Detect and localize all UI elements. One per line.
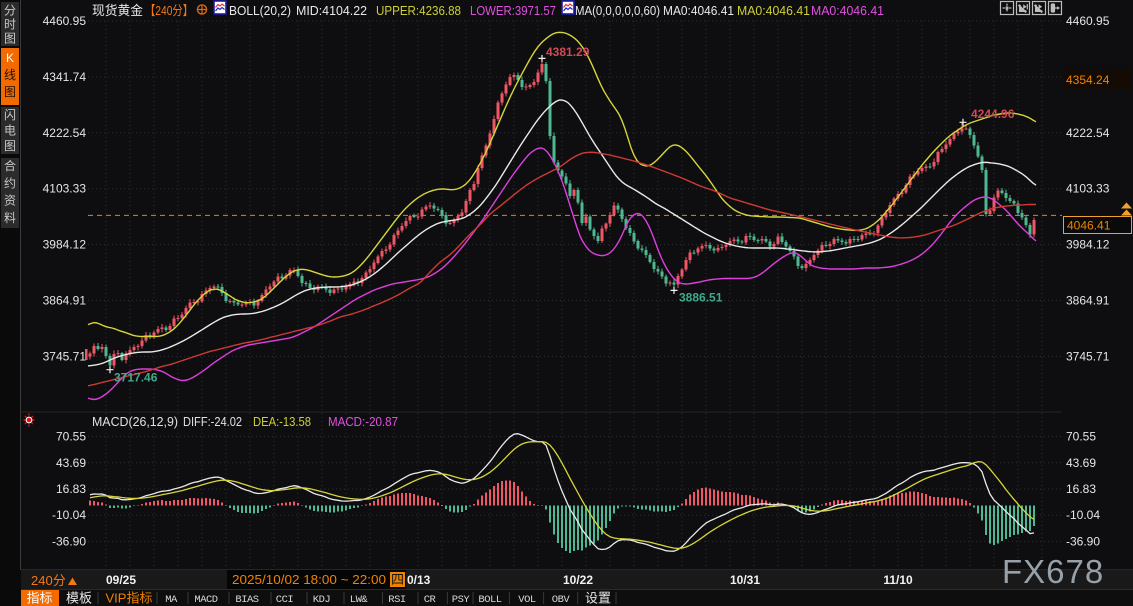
svg-text:BOLL(20,2): BOLL(20,2) bbox=[229, 3, 291, 18]
svg-text:MACD: MACD bbox=[194, 594, 217, 606]
svg-text:MACD:-20.87: MACD:-20.87 bbox=[328, 414, 398, 429]
svg-text:0/13: 0/13 bbox=[407, 573, 431, 587]
svg-text:K: K bbox=[6, 51, 14, 65]
svg-text:现货黄金: 现货黄金 bbox=[92, 3, 143, 18]
svg-text:电: 电 bbox=[4, 124, 16, 138]
svg-text:PSY: PSY bbox=[452, 594, 471, 606]
svg-text:资: 资 bbox=[4, 194, 16, 208]
svg-text:4354.24: 4354.24 bbox=[1066, 73, 1110, 87]
svg-text:10/22: 10/22 bbox=[563, 573, 593, 587]
svg-text:3745.71: 3745.71 bbox=[1066, 349, 1110, 363]
svg-text:4222.54: 4222.54 bbox=[43, 126, 87, 140]
svg-text:【240分】: 【240分】 bbox=[145, 3, 193, 18]
svg-text:4460.95: 4460.95 bbox=[1066, 14, 1110, 28]
svg-text:09/25: 09/25 bbox=[106, 573, 136, 587]
svg-text:VIP指标: VIP指标 bbox=[106, 591, 153, 606]
svg-text:4460.95: 4460.95 bbox=[43, 14, 87, 28]
svg-text:UPPER:4236.88: UPPER:4236.88 bbox=[376, 3, 461, 18]
svg-text:10/31: 10/31 bbox=[730, 573, 760, 587]
svg-text:-10.04: -10.04 bbox=[52, 508, 86, 522]
svg-text:LOWER:3971.57: LOWER:3971.57 bbox=[470, 3, 556, 18]
svg-text:4103.33: 4103.33 bbox=[43, 182, 87, 196]
svg-text:MID:4104.22: MID:4104.22 bbox=[296, 3, 367, 18]
svg-text:合: 合 bbox=[4, 158, 16, 173]
svg-text:模板: 模板 bbox=[66, 591, 92, 606]
svg-text:4103.33: 4103.33 bbox=[1066, 182, 1110, 196]
svg-text:BOLL: BOLL bbox=[478, 594, 501, 606]
svg-text:3864.91: 3864.91 bbox=[1066, 294, 1110, 308]
svg-text:闪: 闪 bbox=[4, 108, 16, 122]
svg-text:DIFF:-24.02: DIFF:-24.02 bbox=[183, 414, 242, 429]
svg-text:CR: CR bbox=[424, 594, 437, 606]
svg-text:3984.12: 3984.12 bbox=[43, 238, 87, 252]
svg-text:4222.54: 4222.54 bbox=[1066, 126, 1110, 140]
svg-text:MA: MA bbox=[165, 594, 178, 606]
svg-text:-36.90: -36.90 bbox=[52, 534, 86, 548]
svg-text:MA0:4046.41: MA0:4046.41 bbox=[663, 3, 734, 18]
svg-text:70.55: 70.55 bbox=[56, 430, 86, 444]
svg-text:图: 图 bbox=[4, 85, 16, 99]
svg-text:FX678: FX678 bbox=[1002, 553, 1104, 590]
svg-text:11/10: 11/10 bbox=[883, 573, 913, 587]
svg-text:3864.91: 3864.91 bbox=[43, 294, 87, 308]
svg-text:KDJ: KDJ bbox=[313, 594, 331, 606]
svg-text:4244.96: 4244.96 bbox=[971, 107, 1015, 121]
svg-text:DEA:-13.58: DEA:-13.58 bbox=[253, 414, 311, 429]
svg-text:料: 料 bbox=[4, 211, 16, 225]
svg-text:-10.04: -10.04 bbox=[1066, 508, 1100, 522]
svg-text:4341.74: 4341.74 bbox=[43, 70, 87, 84]
svg-text:MA0:4046.41: MA0:4046.41 bbox=[737, 3, 810, 18]
svg-text:BIAS: BIAS bbox=[235, 594, 258, 606]
svg-text:LW&: LW& bbox=[350, 594, 369, 606]
svg-text:4381.29: 4381.29 bbox=[546, 45, 590, 59]
svg-text:RSI: RSI bbox=[388, 594, 406, 606]
svg-text:16.83: 16.83 bbox=[56, 482, 86, 496]
svg-text:MA0:4046.41: MA0:4046.41 bbox=[811, 3, 884, 18]
svg-text:约: 约 bbox=[4, 175, 16, 190]
svg-text:四: 四 bbox=[391, 572, 404, 587]
svg-text:4046.41: 4046.41 bbox=[1067, 219, 1111, 233]
svg-text:43.69: 43.69 bbox=[56, 456, 86, 470]
svg-text:43.69: 43.69 bbox=[1066, 456, 1096, 470]
svg-text:3984.12: 3984.12 bbox=[1066, 238, 1110, 252]
svg-text:指标: 指标 bbox=[26, 591, 52, 606]
svg-text:线: 线 bbox=[4, 68, 16, 82]
svg-text:2025/10/02 18:00 ~ 22:00: 2025/10/02 18:00 ~ 22:00 bbox=[232, 572, 386, 587]
svg-text:3717.46: 3717.46 bbox=[114, 371, 158, 385]
svg-text:70.55: 70.55 bbox=[1066, 430, 1096, 444]
svg-text:图: 图 bbox=[4, 32, 16, 46]
svg-text:MACD(26,12,9): MACD(26,12,9) bbox=[92, 414, 178, 429]
svg-text:MA(0,0,0,0,0,60): MA(0,0,0,0,0,60) bbox=[575, 3, 660, 18]
svg-text:240分: 240分 bbox=[31, 573, 66, 588]
svg-text:3745.71: 3745.71 bbox=[43, 349, 87, 363]
svg-text:3886.51: 3886.51 bbox=[679, 291, 723, 305]
svg-text:分: 分 bbox=[4, 4, 16, 18]
svg-text:VOL: VOL bbox=[518, 594, 536, 606]
svg-text:16.83: 16.83 bbox=[1066, 482, 1096, 496]
svg-text:图: 图 bbox=[4, 139, 16, 153]
svg-text:时: 时 bbox=[4, 18, 16, 32]
svg-text:OBV: OBV bbox=[552, 594, 571, 606]
svg-text:设置: 设置 bbox=[585, 591, 611, 606]
svg-text:CCI: CCI bbox=[276, 594, 294, 606]
svg-text:-36.90: -36.90 bbox=[1066, 534, 1100, 548]
